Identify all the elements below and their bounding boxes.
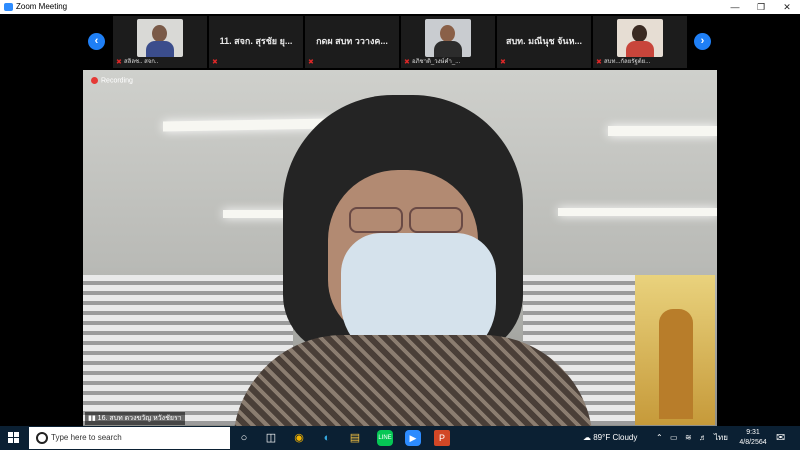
previous-page-button[interactable]: ‹ [88,33,105,50]
participant-label: อภิชาติ_วงษ์คำ_... [412,59,461,65]
signal-bars-icon: ▮▮ [88,415,96,422]
speaker-glasses [345,207,465,233]
clock-time: 9:31 [746,429,760,436]
minimize-button[interactable]: — [722,0,748,14]
battery-icon[interactable]: ▭ [670,426,678,450]
wall-portrait [635,275,715,425]
participant-name: 11. สจก. สุรชัย ยุ... [219,36,293,46]
participant-name: กดผ สบท ววางค... [316,36,388,46]
notifications-icon[interactable]: ✉ [776,426,785,450]
participant-label: สลิลช.. สจก.. [124,59,159,65]
ceiling-light [558,208,717,216]
muted-mic-icon: ✖ [596,59,602,66]
cloud-icon: ☁ [583,433,591,442]
participant-video [617,19,663,57]
input-language[interactable]: ไทย [714,426,728,450]
line-app-icon[interactable]: LINE [377,430,393,446]
window-title: Zoom Meeting [16,2,68,11]
participant-tile[interactable]: ✖ อภิชาติ_วงษ์คำ_... [401,16,495,68]
task-view-icon[interactable]: ◫ [262,429,280,447]
muted-mic-icon: ✖ [500,59,506,66]
participant-tile[interactable]: ✖ สบท...กัลยรัฐต์ย... [593,16,687,68]
participant-tile[interactable]: 11. สจก. สุรชัย ยุ... ✖ [209,16,303,68]
muted-mic-icon: ✖ [212,59,218,66]
search-placeholder: Type here to search [51,433,122,442]
participant-label: สบท...กัลยรัฐต์ย... [604,59,651,65]
weather-text: 89°F Cloudy [593,433,638,442]
clock-date: 4/8/2564 [739,439,767,446]
recording-label: Recording [101,77,133,85]
wifi-icon[interactable]: ≋ [685,426,692,450]
muted-mic-icon: ✖ [116,59,122,66]
zoom-taskbar-icon[interactable]: ▶ [405,430,421,446]
next-page-button[interactable]: › [694,33,711,50]
volume-icon[interactable]: ♬ [699,426,707,450]
participant-name: สบท. มณีนุช จันห... [505,36,583,46]
restore-button[interactable]: ❐ [748,0,774,14]
participant-video [137,19,183,57]
ceiling-light [163,118,333,132]
cortana-icon[interactable]: ○ [235,429,253,447]
speaker-name: 16. สบท ดวงขวัญ หวังชัยรา [97,415,182,422]
clock[interactable]: 9:31 4/8/2564 [736,428,770,448]
search-icon [36,432,48,444]
active-speaker-video[interactable]: Recording ▮▮ 16. สบท ดวงขวัญ หวังชัยรา [83,70,717,426]
weather-widget[interactable]: ☁ 89°F Cloudy [583,426,637,450]
participant-tile[interactable]: ✖ สลิลช.. สจก.. [113,16,207,68]
recording-indicator[interactable]: Recording [91,77,133,84]
edge-icon[interactable]: ◐ [318,429,336,447]
participant-strip: ‹ ✖ สลิลช.. สจก.. 11. สจก. สุรชัย ยุ... … [0,14,800,70]
chrome-icon[interactable]: ◉ [290,429,308,447]
chevron-up-icon[interactable]: ⌃ [656,426,663,450]
taskbar-search[interactable]: Type here to search [29,427,230,449]
ceiling-light [608,126,717,136]
windows-start-icon[interactable] [8,432,20,444]
speaker-name-badge: ▮▮ 16. สบท ดวงขวัญ หวังชัยรา [85,412,185,425]
participant-tile[interactable]: สบท. มณีนุช จันห... ✖ [497,16,591,68]
file-explorer-icon[interactable]: ▤ [346,429,364,447]
muted-mic-icon: ✖ [308,59,314,66]
close-button[interactable]: ✕ [774,0,800,14]
recording-dot-icon [91,77,98,84]
participant-tile[interactable]: กดผ สบท ววางค... ✖ [305,16,399,68]
muted-mic-icon: ✖ [404,59,410,66]
title-bar: Zoom Meeting — ❐ ✕ [0,0,800,14]
taskbar: Type here to search ○ ◫ ◉ ◐ ▤ LINE ▶ P ☁… [0,426,800,450]
zoom-app-icon [4,3,13,11]
powerpoint-icon[interactable]: P [434,430,450,446]
participant-video [425,19,471,57]
